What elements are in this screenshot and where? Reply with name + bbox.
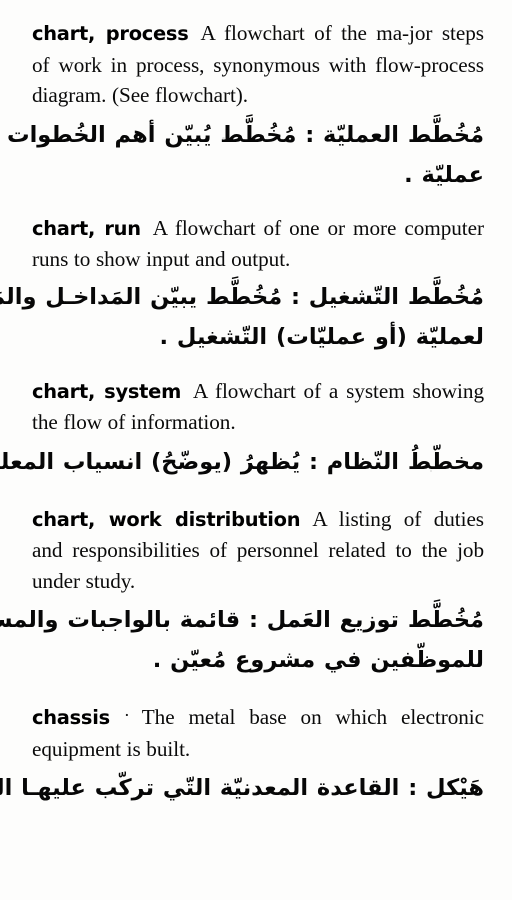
arabic-line: مخطّطُ النّظام : يُظهرُ (يوضّحُ) انسياب … [0,448,484,475]
entry-arabic-block: مُخُطَّط التّشغيل : مُخُطَّط يبيّن المَد… [0,277,484,357]
dictionary-page: chart, process A flowchart of the ma-jor … [0,0,512,900]
scan-speck [222,137,225,140]
arabic-line: لعمليّة (أو عمليّات) التّشغيل . [159,323,484,350]
dictionary-entry: chart, process A flowchart of the ma-jor … [0,18,484,195]
arabic-line: للموظّفين في مشروع مُعيّن . [152,647,484,673]
dictionary-entry: chart, system A flowchart of a system sho… [0,376,484,482]
entry-headword: chart, process [32,22,189,45]
entry-arabic-block: مُخُطَّط توزيع العَمل : قائمة بالواجبات … [0,600,484,680]
arabic-line: مُخُطَّط توزيع العَمل : قائمة بالواجبات … [0,607,484,633]
entry-definition-block: chart, work distribution A listing of dut… [32,504,484,597]
entry-headword: chassis [32,706,110,729]
scan-speck [46,756,48,758]
entry-headword: chart, system [32,379,182,403]
dictionary-entry: chart, run A flowchart of one or more com… [0,213,484,357]
scan-speck [430,470,432,472]
entry-separator-dot: · [123,705,130,725]
entry-column: chart, process A flowchart of the ma-jor … [0,18,484,814]
arabic-line: هَيْكل : القاعدة المعدنيّة التّي تركّب ع… [0,775,484,801]
entry-definition-block: chart, run A flowchart of one or more com… [32,213,484,275]
arabic-line: مُخُطَّط التّشغيل : مُخُطَّط يبيّن المَد… [0,283,484,310]
entry-headword: chart, work distribution [32,507,301,531]
arabic-line: عمليّة . [404,161,484,188]
entry-headword: chart, run [32,216,141,240]
entry-definition-block: chassis · The metal base on which electro… [32,702,484,764]
arabic-line: مُخُطَّط العمليّة : مُخُطَّط يُبيّن أهم … [0,121,484,148]
entry-arabic-block: مُخُطَّط العمليّة : مُخُطَّط يُبيّن أهم … [0,115,484,195]
entry-arabic-block: هَيْكل : القاعدة المعدنيّة التّي تركّب ع… [0,768,484,808]
dictionary-entry: chassis · The metal base on which electro… [0,702,484,808]
dictionary-entry: chart, work distribution A listing of dut… [0,504,484,681]
entry-arabic-block: مخطّطُ النّظام : يُظهرُ (يوضّحُ) انسياب … [0,442,484,482]
entry-definition-block: chart, process A flowchart of the ma-jor … [32,18,484,111]
entry-definition-block: chart, system A flowchart of a system sho… [32,376,484,438]
